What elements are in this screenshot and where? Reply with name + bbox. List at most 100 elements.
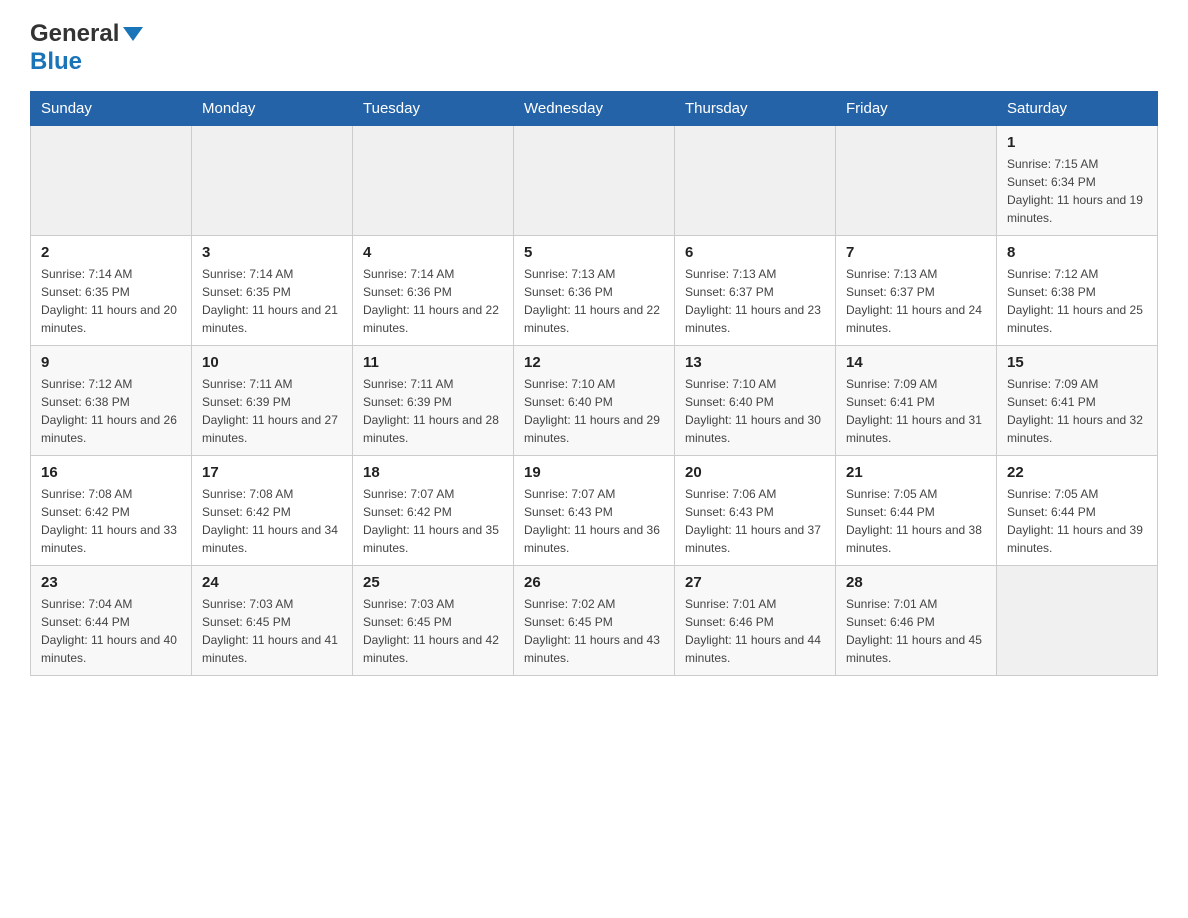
day-info: Sunrise: 7:13 AM Sunset: 6:37 PM Dayligh…	[846, 265, 986, 337]
calendar-cell: 14 Sunrise: 7:09 AM Sunset: 6:41 PM Dayli…	[836, 346, 997, 456]
day-info: Sunrise: 7:13 AM Sunset: 6:36 PM Dayligh…	[524, 265, 664, 337]
day-number: 9	[41, 354, 181, 371]
day-info: Sunrise: 7:14 AM Sunset: 6:36 PM Dayligh…	[363, 265, 503, 337]
calendar-cell: 20Sunrise: 7:06 AM Sunset: 6:43 PM Dayli…	[675, 456, 836, 566]
calendar-cell	[997, 566, 1158, 676]
calendar-table: SundayMondayTuesdayWednesdayThursdayFrid…	[30, 91, 1158, 676]
day-info: Sunrise: 7:14 AM Sunset: 6:35 PM Dayligh…	[41, 265, 181, 337]
logo-general-part: General	[30, 20, 119, 48]
logo: General Blue	[30, 20, 143, 81]
calendar-cell: 8 Sunrise: 7:12 AM Sunset: 6:38 PM Daylig…	[997, 236, 1158, 346]
day-info: Sunrise: 7:04 AM Sunset: 6:44 PM Dayligh…	[41, 595, 181, 667]
day-info: Sunrise: 7:10 AM Sunset: 6:40 PM Dayligh…	[685, 375, 825, 447]
calendar-cell: 23 Sunrise: 7:04 AM Sunset: 6:44 PM Dayli…	[31, 566, 192, 676]
day-number: 5	[524, 244, 664, 261]
day-info: Sunrise: 7:06 AM Sunset: 6:43 PM Dayligh…	[685, 485, 825, 557]
day-number: 14	[846, 354, 986, 371]
calendar-header-saturday: Saturday	[997, 92, 1158, 126]
calendar-week-row: 1 Sunrise: 7:15 AM Sunset: 6:34 PM Daylig…	[31, 126, 1158, 236]
day-info: Sunrise: 7:13 AM Sunset: 6:37 PM Dayligh…	[685, 265, 825, 337]
calendar-cell: 9 Sunrise: 7:12 AM Sunset: 6:38 PM Daylig…	[31, 346, 192, 456]
calendar-cell: 28 Sunrise: 7:01 AM Sunset: 6:46 PM Dayli…	[836, 566, 997, 676]
day-number: 18	[363, 464, 503, 481]
calendar-header-row: SundayMondayTuesdayWednesdayThursdayFrid…	[31, 92, 1158, 126]
calendar-cell: 15 Sunrise: 7:09 AM Sunset: 6:41 PM Dayli…	[997, 346, 1158, 456]
calendar-week-row: 16 Sunrise: 7:08 AM Sunset: 6:42 PM Dayli…	[31, 456, 1158, 566]
calendar-cell: 4 Sunrise: 7:14 AM Sunset: 6:36 PM Daylig…	[353, 236, 514, 346]
page-header: General Blue	[30, 20, 1158, 81]
calendar-header-monday: Monday	[192, 92, 353, 126]
day-info: Sunrise: 7:03 AM Sunset: 6:45 PM Dayligh…	[363, 595, 503, 667]
calendar-cell	[836, 126, 997, 236]
day-info: Sunrise: 7:02 AM Sunset: 6:45 PM Dayligh…	[524, 595, 664, 667]
day-number: 24	[202, 574, 342, 591]
calendar-cell	[514, 126, 675, 236]
day-info: Sunrise: 7:12 AM Sunset: 6:38 PM Dayligh…	[41, 375, 181, 447]
day-number: 10	[202, 354, 342, 371]
calendar-header-tuesday: Tuesday	[353, 92, 514, 126]
calendar-cell	[192, 126, 353, 236]
day-number: 28	[846, 574, 986, 591]
day-number: 17	[202, 464, 342, 481]
day-number: 16	[41, 464, 181, 481]
calendar-cell: 5 Sunrise: 7:13 AM Sunset: 6:36 PM Daylig…	[514, 236, 675, 346]
day-info: Sunrise: 7:08 AM Sunset: 6:42 PM Dayligh…	[202, 485, 342, 557]
day-info: Sunrise: 7:09 AM Sunset: 6:41 PM Dayligh…	[1007, 375, 1147, 447]
calendar-cell	[675, 126, 836, 236]
logo-blue-part: Blue	[30, 48, 82, 76]
day-info: Sunrise: 7:01 AM Sunset: 6:46 PM Dayligh…	[846, 595, 986, 667]
day-number: 27	[685, 574, 825, 591]
day-number: 2	[41, 244, 181, 261]
day-info: Sunrise: 7:14 AM Sunset: 6:35 PM Dayligh…	[202, 265, 342, 337]
day-info: Sunrise: 7:07 AM Sunset: 6:43 PM Dayligh…	[524, 485, 664, 557]
calendar-cell: 7 Sunrise: 7:13 AM Sunset: 6:37 PM Daylig…	[836, 236, 997, 346]
day-info: Sunrise: 7:12 AM Sunset: 6:38 PM Dayligh…	[1007, 265, 1147, 337]
day-info: Sunrise: 7:09 AM Sunset: 6:41 PM Dayligh…	[846, 375, 986, 447]
day-number: 22	[1007, 464, 1147, 481]
day-info: Sunrise: 7:01 AM Sunset: 6:46 PM Dayligh…	[685, 595, 825, 667]
calendar-cell	[31, 126, 192, 236]
calendar-week-row: 23 Sunrise: 7:04 AM Sunset: 6:44 PM Dayli…	[31, 566, 1158, 676]
calendar-cell: 18 Sunrise: 7:07 AM Sunset: 6:42 PM Dayli…	[353, 456, 514, 566]
day-number: 11	[363, 354, 503, 371]
day-number: 6	[685, 244, 825, 261]
day-number: 7	[846, 244, 986, 261]
calendar-header-thursday: Thursday	[675, 92, 836, 126]
day-number: 13	[685, 354, 825, 371]
day-number: 8	[1007, 244, 1147, 261]
day-info: Sunrise: 7:07 AM Sunset: 6:42 PM Dayligh…	[363, 485, 503, 557]
day-number: 23	[41, 574, 181, 591]
logo-triangle-icon	[123, 27, 143, 41]
calendar-cell: 6 Sunrise: 7:13 AM Sunset: 6:37 PM Daylig…	[675, 236, 836, 346]
calendar-cell: 19 Sunrise: 7:07 AM Sunset: 6:43 PM Dayli…	[514, 456, 675, 566]
calendar-cell: 22Sunrise: 7:05 AM Sunset: 6:44 PM Dayli…	[997, 456, 1158, 566]
day-number: 15	[1007, 354, 1147, 371]
calendar-week-row: 9 Sunrise: 7:12 AM Sunset: 6:38 PM Daylig…	[31, 346, 1158, 456]
day-number: 12	[524, 354, 664, 371]
day-number: 1	[1007, 134, 1147, 151]
calendar-cell: 26Sunrise: 7:02 AM Sunset: 6:45 PM Dayli…	[514, 566, 675, 676]
calendar-cell: 3Sunrise: 7:14 AM Sunset: 6:35 PM Daylig…	[192, 236, 353, 346]
day-info: Sunrise: 7:10 AM Sunset: 6:40 PM Dayligh…	[524, 375, 664, 447]
calendar-header-friday: Friday	[836, 92, 997, 126]
calendar-cell: 13 Sunrise: 7:10 AM Sunset: 6:40 PM Dayli…	[675, 346, 836, 456]
calendar-cell: 24Sunrise: 7:03 AM Sunset: 6:45 PM Dayli…	[192, 566, 353, 676]
calendar-cell: 12 Sunrise: 7:10 AM Sunset: 6:40 PM Dayli…	[514, 346, 675, 456]
calendar-header-wednesday: Wednesday	[514, 92, 675, 126]
calendar-cell: 11 Sunrise: 7:11 AM Sunset: 6:39 PM Dayli…	[353, 346, 514, 456]
calendar-cell: 17 Sunrise: 7:08 AM Sunset: 6:42 PM Dayli…	[192, 456, 353, 566]
day-info: Sunrise: 7:15 AM Sunset: 6:34 PM Dayligh…	[1007, 155, 1147, 227]
day-number: 4	[363, 244, 503, 261]
day-info: Sunrise: 7:05 AM Sunset: 6:44 PM Dayligh…	[846, 485, 986, 557]
calendar-cell: 2 Sunrise: 7:14 AM Sunset: 6:35 PM Daylig…	[31, 236, 192, 346]
calendar-cell: 16 Sunrise: 7:08 AM Sunset: 6:42 PM Dayli…	[31, 456, 192, 566]
day-number: 21	[846, 464, 986, 481]
calendar-week-row: 2 Sunrise: 7:14 AM Sunset: 6:35 PM Daylig…	[31, 236, 1158, 346]
day-number: 19	[524, 464, 664, 481]
calendar-cell	[353, 126, 514, 236]
day-number: 25	[363, 574, 503, 591]
calendar-cell: 25 Sunrise: 7:03 AM Sunset: 6:45 PM Dayli…	[353, 566, 514, 676]
day-info: Sunrise: 7:11 AM Sunset: 6:39 PM Dayligh…	[363, 375, 503, 447]
calendar-cell: 21 Sunrise: 7:05 AM Sunset: 6:44 PM Dayli…	[836, 456, 997, 566]
day-info: Sunrise: 7:08 AM Sunset: 6:42 PM Dayligh…	[41, 485, 181, 557]
